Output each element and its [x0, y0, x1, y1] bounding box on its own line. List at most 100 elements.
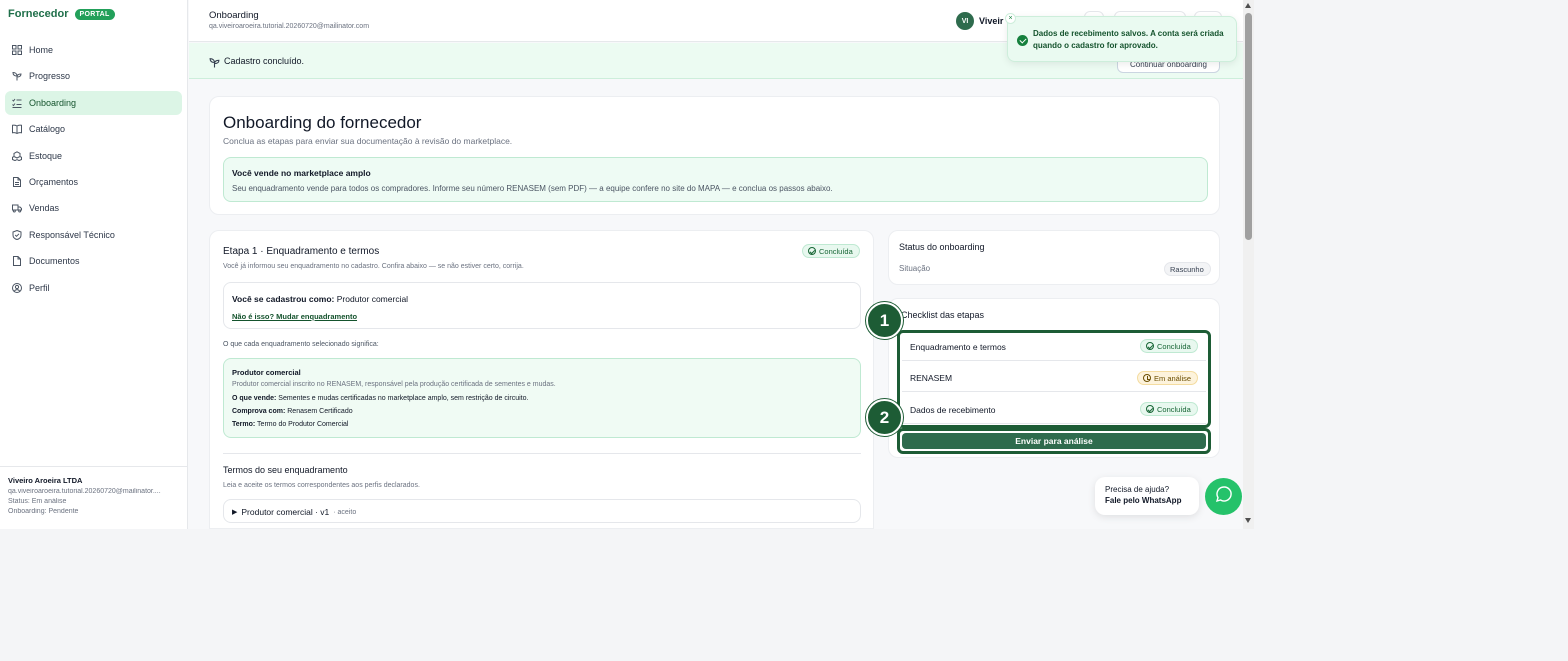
- grid-icon: [12, 45, 22, 55]
- banner-text: Cadastro concluído.: [224, 56, 305, 66]
- brand[interactable]: Fornecedor PORTAL: [8, 8, 115, 20]
- sells-value: Sementes e mudas certificadas no marketp…: [278, 395, 529, 402]
- classification-desc: Produtor comercial inscrito no RENASEM, …: [232, 381, 556, 388]
- checklist-item-label: Dados de recebimento: [910, 405, 996, 415]
- status-label: Situação: [899, 264, 931, 273]
- success-toast: Dados de recebimento salvos. A conta ser…: [1005, 13, 1237, 62]
- sidebar-item-catalogo[interactable]: Catálogo: [5, 117, 182, 141]
- checklist-item-badge: Concluída: [1140, 402, 1198, 416]
- check-circle-icon: [808, 247, 816, 255]
- checklist-item-label: Enquadramento e termos: [910, 342, 1006, 352]
- sprout-icon: [12, 71, 22, 81]
- badge-label: Rascunho: [1170, 264, 1204, 274]
- user-circle-icon: [12, 282, 22, 293]
- sidebar-item-label: Responsável Técnico: [29, 229, 115, 240]
- sidebar-item-label: Estoque: [29, 150, 63, 161]
- terms-item-produtor-comercial[interactable]: ▶ Produtor comercial · v1 · aceito: [223, 499, 861, 523]
- submit-for-review-button[interactable]: Enviar para análise: [902, 433, 1206, 449]
- avatar[interactable]: VI: [956, 12, 974, 30]
- shield-check-icon: [12, 229, 22, 240]
- step1-status-badge: Concluída: [802, 244, 860, 258]
- sidebar-item-documentos[interactable]: Documentos: [5, 249, 182, 273]
- marketplace-info-box: Você vende no marketplace amplo Seu enqu…: [223, 157, 1208, 202]
- sidebar-item-estoque[interactable]: Estoque: [5, 144, 182, 168]
- badge-label: Concluída: [1157, 341, 1191, 351]
- checklist-item-badge: Em análise: [1137, 371, 1199, 385]
- term-value: Termo do Produtor Comercial: [257, 421, 349, 428]
- proves-value: Renasem Certificado: [287, 408, 353, 415]
- marketplace-info-title: Você vende no marketplace amplo: [232, 168, 371, 178]
- sidebar-item-perfil[interactable]: Perfil: [5, 276, 182, 300]
- checklist-item: RENASEM Em análise: [902, 364, 1206, 392]
- sidebar-item-vendas[interactable]: Vendas: [5, 196, 182, 220]
- boxes-icon: [12, 150, 22, 161]
- badge-label: Concluída: [819, 246, 853, 256]
- sidebar-nav: Home Progresso Onboarding Catálogo Estoq…: [5, 38, 182, 302]
- sidebar-item-label: Progresso: [29, 71, 71, 82]
- book-icon: [12, 124, 22, 135]
- scroll-down-arrow-icon[interactable]: [1245, 518, 1251, 523]
- terms-item-status: · aceito: [333, 508, 357, 516]
- help-line-2: Fale pelo WhatsApp: [1105, 496, 1182, 505]
- status-badge: Rascunho: [1164, 262, 1211, 276]
- company-name: Viveiro Aroeira LTDA: [8, 476, 83, 485]
- sidebar-item-progresso[interactable]: Progresso: [5, 64, 182, 88]
- step-marker-2: 2: [866, 399, 903, 436]
- submit-highlight: Enviar para análise: [897, 428, 1211, 454]
- registered-as-value: Produtor comercial: [336, 294, 409, 304]
- sells-row: O que vende: Sementes e mudas certificad…: [232, 395, 528, 402]
- disclosure-triangle-icon: ▶: [232, 509, 238, 516]
- step1-card: Etapa 1 · Enquadramento e termos Concluí…: [209, 230, 874, 529]
- scrollbar[interactable]: [1243, 0, 1254, 529]
- registered-as-box: Você se cadastrou como: Produtor comerci…: [223, 282, 861, 329]
- sidebar-item-home[interactable]: Home: [5, 38, 182, 62]
- sidebar-item-responsavel-tecnico[interactable]: Responsável Técnico: [5, 223, 182, 247]
- term-label: Termo:: [232, 421, 256, 428]
- marketplace-info-text: Seu enquadramento vende para todos os co…: [232, 184, 833, 193]
- user-name[interactable]: Viveir: [979, 16, 1003, 26]
- scroll-up-arrow-icon[interactable]: [1245, 3, 1251, 8]
- term-row: Termo: Termo do Produtor Comercial: [232, 421, 348, 428]
- sprout-icon: [209, 55, 220, 68]
- file-icon: [12, 176, 22, 187]
- sidebar-item-label: Documentos: [29, 256, 80, 267]
- status-title: Status do onboarding: [899, 242, 985, 252]
- check-circle-icon: [1146, 405, 1154, 413]
- change-classification-link[interactable]: Não é isso? Mudar enquadramento: [232, 312, 357, 321]
- classification-meaning-box: Produtor comercial Produtor comercial in…: [223, 358, 861, 438]
- divider: [223, 453, 861, 454]
- onboarding-intro-card: Onboarding do fornecedor Conclua as etap…: [209, 96, 1220, 215]
- clock-icon: [1143, 374, 1151, 382]
- terms-item-label: Produtor comercial · v1: [241, 507, 330, 517]
- help-bubble[interactable]: Precisa de ajuda? Fale pelo WhatsApp: [1095, 477, 1199, 515]
- help-line-1: Precisa de ajuda?: [1105, 485, 1170, 494]
- onboarding-status: Onboarding: Pendente: [8, 508, 79, 515]
- sidebar-item-orcamentos[interactable]: Orçamentos: [5, 170, 182, 194]
- sidebar-item-onboarding[interactable]: Onboarding: [5, 90, 182, 115]
- sells-label: O que vende:: [232, 395, 277, 402]
- checklist-item: Dados de recebimento Concluída: [902, 396, 1206, 424]
- close-icon[interactable]: ×: [1005, 13, 1016, 24]
- onboarding-heading: Onboarding do fornecedor: [223, 113, 422, 132]
- account-status: Status: Em análise: [8, 498, 67, 505]
- checklist-item-label: RENASEM: [910, 373, 953, 383]
- sidebar-item-label: Perfil: [29, 282, 50, 293]
- check-circle-icon: [1017, 35, 1028, 46]
- check-circle-icon: [1146, 342, 1154, 350]
- sidebar-item-label: Home: [29, 45, 54, 55]
- toast-message: Dados de recebimento salvos. A conta ser…: [1033, 29, 1224, 50]
- brand-name: Fornecedor: [8, 8, 69, 20]
- sidebar-item-label: Vendas: [29, 203, 60, 214]
- whatsapp-button[interactable]: [1205, 478, 1242, 515]
- scrollbar-thumb[interactable]: [1245, 13, 1252, 240]
- sidebar-item-label: Orçamentos: [29, 176, 79, 187]
- document-icon: [12, 256, 22, 267]
- chat-bubble-icon: [1215, 485, 1233, 508]
- terms-subtitle: Leia e aceite os termos correspondentes …: [223, 482, 420, 489]
- company-email: qa.viveiroaroeira.tutorial.20260720@mail…: [8, 488, 161, 495]
- terms-title: Termos do seu enquadramento: [223, 465, 348, 475]
- sidebar: Fornecedor PORTAL Home Progresso Onboard…: [0, 0, 188, 529]
- account-summary: Viveiro Aroeira LTDA qa.viveiroaroeira.t…: [0, 466, 188, 529]
- registered-as-line: Você se cadastrou como: Produtor comerci…: [232, 294, 408, 304]
- badge-label: Concluída: [1157, 404, 1191, 414]
